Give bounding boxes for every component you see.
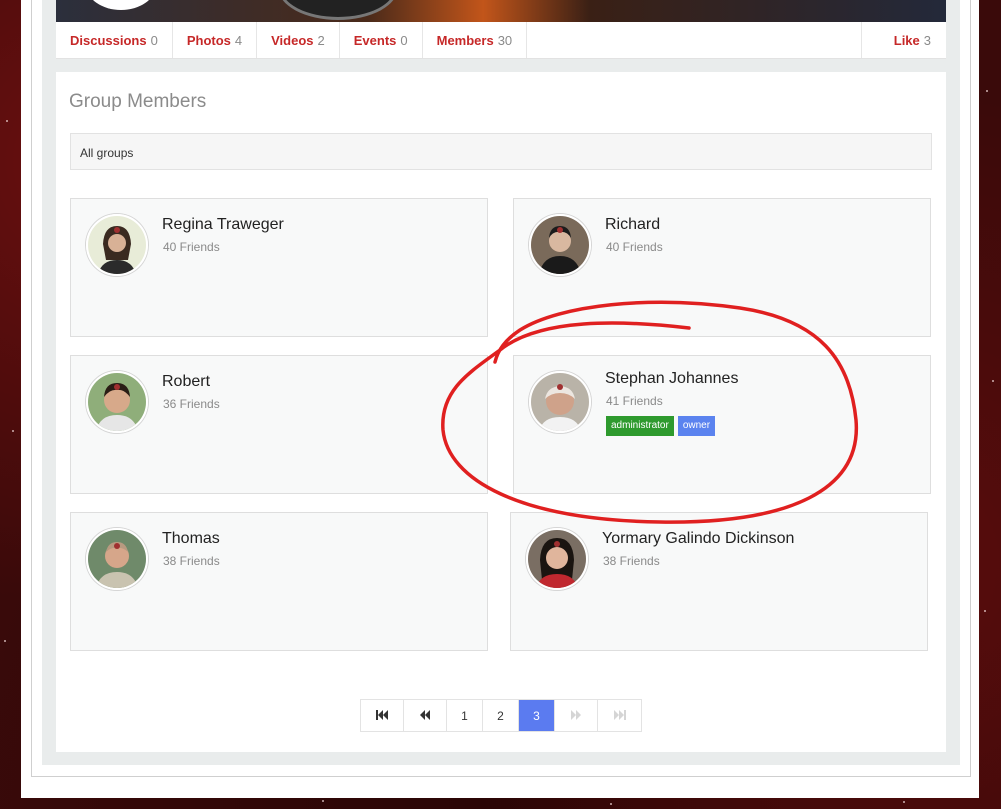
page-1-button[interactable]: 1 [447, 700, 483, 731]
tab-spacer [527, 22, 861, 58]
tab-label: Discussions [70, 32, 147, 48]
next-page-button[interactable] [555, 700, 598, 731]
member-card: Stephan Johannes 41 Friends administrato… [513, 355, 931, 494]
page-3-button[interactable]: 3 [519, 700, 555, 731]
like-label: Like [893, 32, 920, 48]
like-button[interactable]: Like 3 [860, 22, 946, 58]
tab-count: 4 [234, 32, 243, 48]
friends-count: 40 Friends [606, 240, 663, 254]
last-page-icon [613, 709, 626, 723]
member-avatar[interactable] [86, 214, 148, 276]
tab-count: 0 [150, 32, 158, 48]
member-name[interactable]: Richard [605, 216, 660, 234]
member-card: Thomas 38 Friends [70, 512, 488, 651]
tab-label: Events [353, 32, 397, 48]
group-cover-banner [56, 0, 946, 22]
member-badges: administrator owner [606, 416, 716, 436]
first-page-button[interactable] [361, 700, 404, 731]
member-card: Richard 40 Friends [513, 198, 931, 337]
tab-discussions[interactable]: Discussions 0 [56, 22, 173, 58]
tab-events[interactable]: Events 0 [340, 22, 423, 58]
member-avatar[interactable] [86, 528, 148, 590]
member-card: Regina Traweger 40 Friends [70, 198, 488, 337]
member-name[interactable]: Thomas [162, 530, 220, 548]
owner-badge: owner [677, 416, 716, 436]
tab-photos[interactable]: Photos 4 [173, 22, 258, 58]
first-page-icon [376, 709, 388, 723]
member-avatar[interactable] [529, 371, 591, 433]
member-name[interactable]: Regina Traweger [162, 216, 284, 234]
friends-count: 40 Friends [163, 240, 220, 254]
friends-count: 41 Friends [606, 394, 663, 408]
tab-label: Members [436, 32, 494, 48]
member-name[interactable]: Yormary Galindo Dickinson [602, 530, 794, 548]
friends-count: 36 Friends [163, 397, 220, 411]
friends-count: 38 Friends [603, 554, 660, 568]
page-title: Group Members [69, 91, 207, 112]
tab-label: Photos [186, 32, 231, 48]
tab-members[interactable]: Members 30 [423, 22, 528, 58]
member-avatar[interactable] [86, 371, 148, 433]
tab-count: 0 [400, 32, 408, 48]
group-avatar[interactable] [86, 0, 156, 10]
member-name[interactable]: Robert [162, 373, 210, 391]
group-tabs: Discussions 0 Photos 4 Videos 2 Events 0… [56, 22, 946, 59]
cover-decoration [278, 0, 398, 20]
member-avatar[interactable] [526, 528, 588, 590]
member-card: Robert 36 Friends [70, 355, 488, 494]
member-avatar[interactable] [529, 214, 591, 276]
like-count: 3 [923, 32, 931, 48]
tab-count: 2 [317, 32, 325, 48]
tab-label: Videos [271, 32, 314, 48]
page-2-button[interactable]: 2 [483, 700, 519, 731]
next-page-icon [571, 709, 581, 723]
last-page-button[interactable] [598, 700, 641, 731]
administrator-badge: administrator [606, 416, 674, 436]
member-name[interactable]: Stephan Johannes [605, 370, 738, 388]
groups-filter-dropdown[interactable]: All groups [70, 133, 932, 170]
member-card: Yormary Galindo Dickinson 38 Friends [510, 512, 928, 651]
tab-videos[interactable]: Videos 2 [257, 22, 340, 58]
tab-count: 30 [497, 32, 513, 48]
friends-count: 38 Friends [163, 554, 220, 568]
pagination: 1 2 3 [360, 699, 642, 732]
previous-page-icon [420, 709, 430, 723]
previous-page-button[interactable] [404, 700, 447, 731]
